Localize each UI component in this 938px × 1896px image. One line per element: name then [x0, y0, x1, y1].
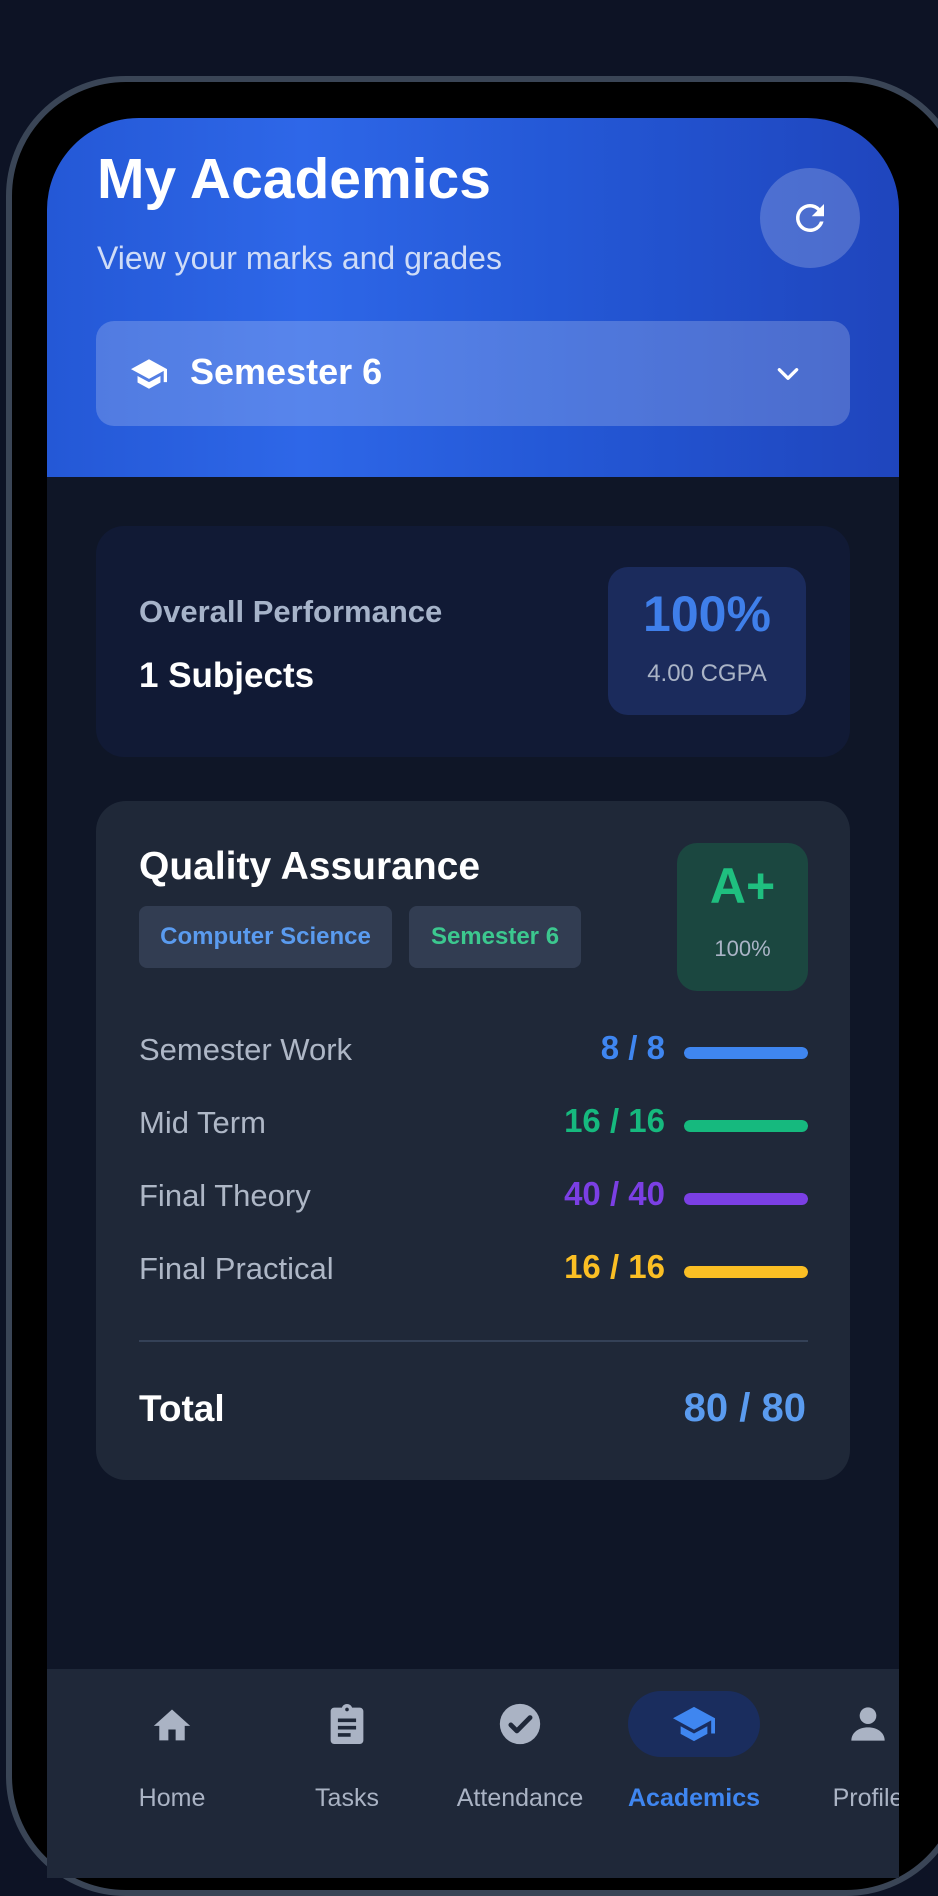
semester-select[interactable]: Semester 6 [96, 321, 850, 426]
mark-label: Semester Work [139, 1032, 353, 1067]
page-subtitle: View your marks and grades [97, 240, 502, 276]
overall-performance-label: Overall Performance [139, 594, 443, 629]
subject-count: 1 Subjects [139, 656, 315, 695]
mark-progress-fill [684, 1193, 808, 1205]
mark-label: Mid Term [139, 1105, 266, 1140]
mark-value: 40 / 40 [564, 1175, 665, 1212]
mark-progress-fill [684, 1120, 808, 1132]
overall-percentage: 100% [643, 586, 771, 642]
mark-label: Final Practical [139, 1251, 334, 1286]
subject-name: Quality Assurance [139, 845, 481, 888]
total-label: Total [139, 1388, 225, 1429]
mark-progress-bar [684, 1047, 808, 1059]
graduation-cap-icon [673, 1706, 715, 1742]
total-value: 80 / 80 [683, 1386, 806, 1430]
mark-progress-bar [684, 1120, 808, 1132]
mark-label: Final Theory [139, 1178, 311, 1213]
nav-item-academics[interactable]: Academics [609, 1669, 779, 1859]
bottom-nav: Home Tasks Attendance Academics Profile [47, 1669, 899, 1878]
mark-row-final-theory: Final Theory 40 / 40 [139, 1171, 808, 1221]
nav-icon-container [802, 1691, 899, 1757]
header: My Academics View your marks and grades … [47, 118, 899, 477]
mark-row-final-practical: Final Practical 16 / 16 [139, 1244, 808, 1294]
nav-icon-container [628, 1691, 760, 1757]
person-icon [851, 1707, 885, 1741]
semester-tag: Semester 6 [409, 906, 581, 968]
refresh-icon [795, 204, 824, 232]
mark-progress-fill [684, 1047, 808, 1059]
semester-select-value: Semester 6 [190, 351, 383, 392]
grade-badge: A+ 100% [677, 843, 808, 991]
department-tag: Computer Science [139, 906, 392, 968]
graduation-cap-icon [131, 359, 167, 389]
divider [139, 1340, 808, 1342]
nav-item-home[interactable]: Home [87, 1669, 257, 1859]
nav-label: Profile [832, 1784, 899, 1812]
clipboard-icon [330, 1704, 364, 1744]
mark-row-mid-term: Mid Term 16 / 16 [139, 1098, 808, 1148]
subject-card[interactable]: Quality Assurance Computer Science Semes… [96, 801, 850, 1480]
refresh-button[interactable] [760, 168, 860, 268]
overall-performance-card: Overall Performance 1 Subjects 100% 4.00… [96, 526, 850, 757]
nav-label: Tasks [315, 1784, 379, 1812]
page-title: My Academics [97, 147, 491, 211]
mark-progress-bar [684, 1266, 808, 1278]
cgpa-value: 4.00 CGPA [647, 660, 767, 687]
nav-icon-container [106, 1691, 238, 1757]
mark-progress-fill [684, 1266, 808, 1278]
mark-value: 16 / 16 [564, 1248, 665, 1285]
grade-percentage: 100% [714, 936, 771, 961]
app-screen: My Academics View your marks and grades … [47, 118, 899, 1878]
check-circle-icon [499, 1703, 541, 1745]
mark-progress-bar [684, 1193, 808, 1205]
mark-value: 16 / 16 [564, 1102, 665, 1139]
nav-icon-container [454, 1691, 586, 1757]
nav-item-attendance[interactable]: Attendance [435, 1669, 605, 1859]
nav-label: Home [138, 1784, 206, 1812]
home-icon [153, 1709, 191, 1741]
nav-icon-container [281, 1691, 413, 1757]
chevron-down-icon [777, 368, 799, 380]
mark-row-semester-work: Semester Work 8 / 8 [139, 1025, 808, 1075]
nav-item-profile[interactable]: Profile [783, 1669, 899, 1859]
nav-label: Academics [627, 1784, 761, 1812]
nav-label: Attendance [456, 1784, 584, 1812]
grade-letter: A+ [709, 858, 776, 914]
mark-value: 8 / 8 [600, 1029, 665, 1066]
nav-item-tasks[interactable]: Tasks [262, 1669, 432, 1859]
overall-score-badge: 100% 4.00 CGPA [608, 567, 806, 715]
